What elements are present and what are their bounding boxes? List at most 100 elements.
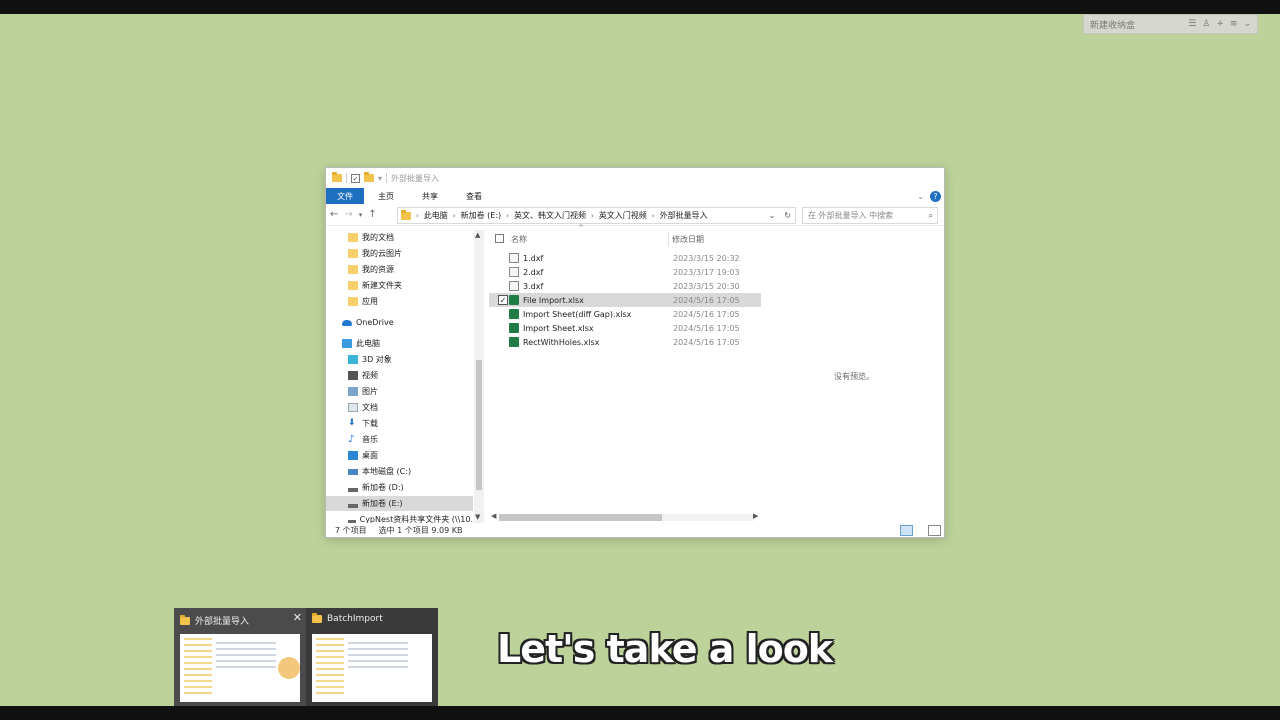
drive-icon	[348, 487, 358, 492]
video-icon	[348, 371, 358, 380]
table-row-selected[interactable]: ✓ File Import.xlsx 2024/5/16 17:05	[489, 293, 761, 307]
nav-item-desktop[interactable]: 桌面	[326, 448, 473, 463]
search-icon[interactable]: ⌕	[929, 211, 933, 221]
nav-item-this-pc[interactable]: 此电脑	[326, 336, 473, 351]
nav-item-apps[interactable]: 应用	[326, 294, 473, 309]
breadcrumb-item[interactable]: 英文、韩文入门视频	[514, 210, 586, 221]
nav-item-drive-c[interactable]: 本地磁盘 (C:)	[326, 464, 473, 479]
scroll-down-icon[interactable]: ▼	[475, 513, 480, 521]
details-view-icon[interactable]	[900, 524, 913, 536]
folder-icon	[348, 281, 358, 290]
nav-item-drive-e[interactable]: 新加卷 (E:)	[326, 496, 473, 511]
breadcrumb-item[interactable]: 英文入门视频	[599, 210, 647, 221]
column-header-name[interactable]: 名称	[511, 234, 527, 245]
cloud-icon	[342, 319, 352, 326]
file-list-horizontal-scrollbar[interactable]: ◀ ▶	[489, 511, 761, 523]
search-box[interactable]: 在 外部批量导入 中搜索 ⌕	[802, 207, 938, 224]
address-dropdown-icon[interactable]: ⌄	[769, 211, 776, 220]
recent-locations-icon[interactable]: ▾	[359, 211, 363, 219]
user-icon[interactable]: ♙	[1202, 19, 1210, 29]
table-row[interactable]: Import Sheet.xlsx 2024/5/16 17:05	[489, 321, 761, 335]
excel-file-icon	[509, 295, 519, 305]
chevron-right-icon[interactable]: ›	[416, 212, 419, 220]
chevron-right-icon[interactable]: ›	[591, 212, 594, 220]
tab-home[interactable]: 主页	[364, 191, 408, 202]
nav-item-my-documents[interactable]: 我的文档	[326, 230, 473, 245]
close-icon[interactable]: ✕	[293, 611, 302, 624]
quick-access-dropdown-icon[interactable]: ▾	[378, 174, 382, 183]
search-input[interactable]: 在 外部批量导入 中搜索	[808, 210, 893, 221]
nav-item-onedrive[interactable]: OneDrive	[326, 315, 473, 330]
table-row[interactable]: Import Sheet(diff Gap).xlsx 2024/5/16 17:…	[489, 307, 761, 321]
chevron-right-icon[interactable]: ›	[453, 212, 456, 220]
properties-icon[interactable]: ✓	[351, 173, 360, 183]
nav-item-3d-objects[interactable]: 3D 对象	[326, 352, 473, 367]
nav-item-drive-d[interactable]: 新加卷 (D:)	[326, 480, 473, 495]
thumbnail-title: BatchImport	[327, 614, 383, 624]
breadcrumb-item[interactable]: 新加卷 (E:)	[461, 210, 502, 221]
nav-item-network-share[interactable]: CypNest资料共享文件夹 (\\10.	[326, 512, 473, 523]
table-row[interactable]: 1.dxf 2023/3/15 20:32	[489, 251, 761, 265]
title-bar: ✓ ▾ 外部批量导入	[326, 168, 944, 188]
dxf-file-icon	[509, 267, 519, 277]
breadcrumb-item[interactable]: 此电脑	[424, 210, 448, 221]
plus-icon[interactable]: +	[1216, 19, 1224, 29]
new-folder-icon[interactable]	[364, 172, 374, 182]
file-explorer-window: ✓ ▾ 外部批量导入 文件 主页 共享 查看 ⌄ ? ← → ▾ ↑ › 此电脑…	[325, 167, 945, 538]
scrollbar-thumb[interactable]	[476, 360, 482, 490]
row-checkbox[interactable]: ✓	[498, 295, 508, 305]
thumbnail-explorer[interactable]: 外部批量导入 ✕	[174, 608, 306, 706]
list-icon[interactable]: ☰	[1188, 19, 1196, 29]
forward-icon[interactable]: →	[344, 209, 352, 220]
nav-pane-scrollbar[interactable]: ▲ ▼	[474, 230, 484, 523]
nav-item-cloud-pictures[interactable]: 我的云图片	[326, 246, 473, 261]
address-bar[interactable]: › 此电脑 › 新加卷 (E:) › 英文、韩文入门视频 › 英文入门视频 › …	[397, 207, 796, 224]
folder-icon	[332, 172, 342, 182]
status-bar: 7 个项目 选中 1 个项目 9.09 KB	[326, 523, 944, 537]
video-top-bar	[0, 0, 1280, 14]
large-icons-view-icon[interactable]	[928, 524, 941, 536]
tab-view[interactable]: 查看	[452, 191, 496, 202]
breadcrumb-item[interactable]: 外部批量导入	[660, 210, 708, 221]
chevron-right-icon[interactable]: ›	[652, 212, 655, 220]
scroll-left-icon[interactable]: ◀	[491, 512, 496, 520]
drive-icon	[348, 503, 358, 508]
drive-icon	[348, 468, 358, 475]
nav-item-documents[interactable]: 文档	[326, 400, 473, 415]
folder-icon	[312, 613, 322, 623]
fences-widget[interactable]: 新建收纳盒 ☰ ♙ + ≡ ⌄	[1083, 14, 1258, 34]
computer-icon	[342, 339, 352, 348]
chevron-down-icon[interactable]: ⌄	[1243, 19, 1251, 29]
table-row[interactable]: 3.dxf 2023/3/15 20:30	[489, 279, 761, 293]
dxf-file-icon	[509, 253, 519, 263]
selection-info: 选中 1 个项目 9.09 KB	[378, 525, 463, 535]
chevron-right-icon[interactable]: ›	[506, 212, 509, 220]
dxf-file-icon	[509, 281, 519, 291]
thumbnail-preview	[312, 634, 432, 702]
help-icon[interactable]: ?	[930, 190, 941, 202]
nav-item-pictures[interactable]: 图片	[326, 384, 473, 399]
scroll-up-icon[interactable]: ▲	[475, 231, 480, 239]
expand-ribbon-icon[interactable]: ⌄	[917, 192, 924, 201]
tab-share[interactable]: 共享	[408, 191, 452, 202]
refresh-icon[interactable]: ↻	[784, 211, 791, 220]
file-list: ^ 名称 修改日期 1.dxf 2023/3/15 20:32 2.dxf 2023…	[489, 224, 761, 523]
nav-item-new-folder[interactable]: 新建文件夹	[326, 278, 473, 293]
table-row[interactable]: 2.dxf 2023/3/17 19:03	[489, 265, 761, 279]
table-row[interactable]: RectWithHoles.xlsx 2024/5/16 17:05	[489, 335, 761, 349]
window-title: 外部批量导入	[391, 173, 440, 183]
scroll-right-icon[interactable]: ▶	[753, 512, 758, 520]
select-all-checkbox[interactable]	[495, 234, 504, 243]
nav-item-music[interactable]: ♪ 音乐	[326, 432, 473, 447]
scrollbar-thumb[interactable]	[499, 514, 662, 521]
nav-item-downloads[interactable]: ⬇ 下载	[326, 416, 473, 431]
nav-item-videos[interactable]: 视频	[326, 368, 473, 383]
menu-icon[interactable]: ≡	[1230, 19, 1238, 29]
tab-file[interactable]: 文件	[326, 188, 364, 204]
up-icon[interactable]: ↑	[368, 209, 376, 220]
nav-item-my-resources[interactable]: 我的资源	[326, 262, 473, 277]
music-icon: ♪	[348, 434, 355, 445]
column-header-date[interactable]: 修改日期	[672, 234, 704, 245]
back-icon[interactable]: ←	[330, 209, 338, 220]
thumbnail-batchimport[interactable]: BatchImport	[306, 608, 438, 706]
